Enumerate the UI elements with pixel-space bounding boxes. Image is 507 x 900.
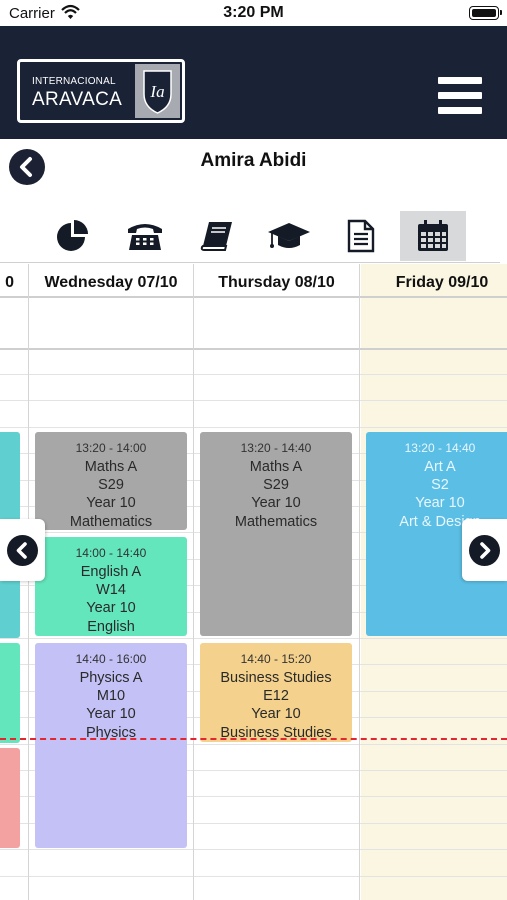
chevron-right-icon [469, 534, 500, 566]
battery-icon [469, 6, 502, 20]
pie-chart-icon [57, 220, 88, 251]
previous-week-button[interactable] [0, 519, 45, 581]
book-icon [200, 222, 232, 251]
chevron-left-icon [7, 534, 38, 566]
phone-icon [128, 224, 162, 250]
section-tabs [0, 211, 507, 263]
event-year: Year 10 [251, 706, 301, 723]
timetable-calendar: 0 Wednesday 07/10 Thursday 08/10 Friday … [0, 264, 507, 900]
tab-reports[interactable] [40, 211, 106, 261]
day-header-thursday[interactable]: Thursday 08/10 [194, 264, 359, 298]
status-bar: Carrier 3:20 PM [0, 0, 507, 26]
school-logo[interactable]: INTERNACIONAL ARAVACA Ia [17, 59, 185, 123]
event-year: Year 10 [415, 495, 465, 512]
current-time-line [0, 738, 507, 740]
grid-line [0, 876, 507, 877]
tab-subjects[interactable] [184, 211, 250, 261]
column-separator [359, 264, 360, 900]
all-day-divider [0, 348, 507, 350]
calendar-icon [418, 220, 448, 251]
event-time: 13:20 - 14:40 [404, 441, 476, 455]
graduation-cap-icon [268, 223, 310, 248]
event-time: 14:00 - 14:40 [75, 546, 147, 560]
logo-mark-text: Ia [149, 82, 164, 101]
grid-line [0, 849, 507, 850]
event-time: 13:20 - 14:40 [240, 441, 312, 455]
next-week-button[interactable] [462, 519, 507, 581]
hamburger-menu-icon[interactable] [438, 77, 482, 115]
column-separator [193, 264, 194, 900]
app-screen: Carrier 3:20 PM INTERNACIONAL ARAVACA Ia [0, 0, 507, 900]
event-subject: Maths A [84, 459, 138, 475]
event-year: Year 10 [251, 495, 301, 512]
grid-line [0, 400, 507, 401]
event-department: Mathematics [69, 513, 153, 530]
event-department: Mathematics [234, 513, 318, 530]
event-card[interactable]: 14:40 - 16:00 Physics A M10 Year 10 Phys… [35, 643, 187, 848]
event-subject: Maths A [249, 459, 303, 475]
tab-documents[interactable] [328, 211, 394, 261]
event-year: Year 10 [86, 495, 136, 512]
event-time: 13:20 - 14:00 [75, 441, 147, 455]
page-title: Amira Abidi [200, 150, 307, 171]
tab-contacts[interactable] [112, 211, 178, 261]
event-card[interactable]: 13:20 - 14:00 Maths A S29 Year 10 Mathem… [35, 432, 187, 530]
event-room: S2 [431, 477, 449, 494]
day-header-wednesday[interactable]: Wednesday 07/10 [29, 264, 193, 298]
tab-grades[interactable] [256, 211, 322, 261]
event-partial-tuesday-3[interactable] [0, 748, 20, 848]
column-separator [28, 264, 29, 900]
grid-line [0, 374, 507, 375]
event-year: Year 10 [86, 600, 136, 617]
event-year: Year 10 [86, 706, 136, 723]
document-icon [347, 219, 375, 253]
event-card[interactable]: 14:40 - 15:20 Business Studies E12 Year … [200, 643, 352, 742]
event-time: 14:40 - 16:00 [75, 652, 147, 666]
grid-line [0, 427, 507, 428]
logo-text-top: INTERNACIONAL [32, 76, 116, 87]
logo-shield-icon: Ia [135, 64, 180, 118]
logo-text-main: ARAVACA [32, 89, 123, 110]
clock-time: 3:20 PM [223, 4, 284, 21]
tab-timetable[interactable] [400, 211, 466, 261]
event-subject: Physics A [79, 670, 143, 686]
event-card[interactable]: 14:00 - 14:40 English A W14 Year 10 Engl… [35, 537, 187, 636]
event-subject: English A [80, 564, 142, 580]
event-room: W14 [96, 582, 126, 599]
event-department: English [87, 618, 135, 635]
event-room: S29 [98, 477, 124, 494]
tabs-divider [0, 262, 500, 263]
event-subject: Business Studies [220, 670, 332, 686]
event-room: S29 [263, 477, 289, 494]
event-room: E12 [263, 688, 289, 705]
day-header-partial[interactable]: 0 [0, 264, 14, 298]
app-header: INTERNACIONAL ARAVACA Ia [0, 26, 507, 139]
event-room: M10 [96, 688, 126, 705]
event-subject: Art A [424, 459, 456, 475]
event-time: 14:40 - 15:20 [240, 652, 312, 666]
day-header-friday[interactable]: Friday 09/10 [360, 264, 507, 298]
event-card[interactable]: 13:20 - 14:40 Maths A S29 Year 10 Mathem… [200, 432, 352, 636]
event-partial-tuesday-2[interactable] [0, 643, 20, 743]
grid-line [0, 638, 507, 639]
